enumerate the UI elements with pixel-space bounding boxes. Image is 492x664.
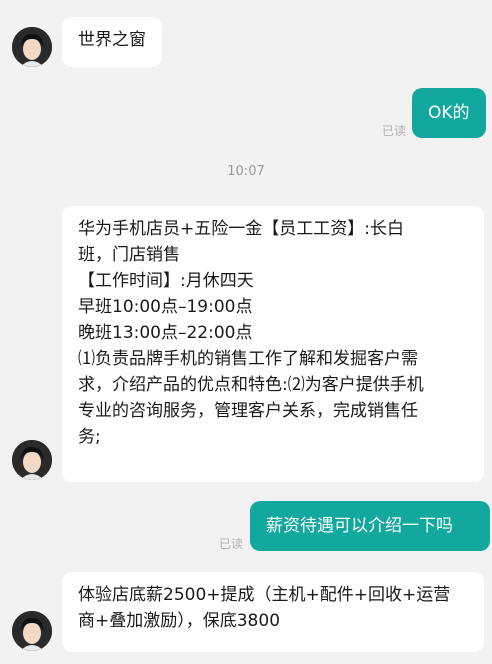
message-line: 【工作时间】:月休四天 <box>78 271 254 291</box>
message-text: OK的 <box>428 103 470 123</box>
message-line: 求，介绍产品的优点和特色:⑵为客户提供手机 <box>78 375 424 395</box>
message-line: 专业的咨询服务，管理客户关系，完成销售任 <box>78 401 418 421</box>
message-line: 华为手机店员+五险一金【员工工资】:长白 <box>78 219 404 239</box>
message-bubble-incoming[interactable]: 世界之窗 <box>62 17 162 67</box>
message-line: 商+叠加激励），保底3800 <box>78 611 281 631</box>
contact-avatar[interactable] <box>12 611 52 651</box>
message-bubble-incoming[interactable]: 华为手机店员+五险一金【员工工资】:长白 班，门店销售 【工作时间】:月休四天 … <box>62 206 484 482</box>
message-bubble-incoming[interactable]: 体验店底薪2500+提成（主机+配件+回收+运营 商+叠加激励），保底3800 <box>62 572 484 652</box>
message-text: 世界之窗 <box>78 30 146 50</box>
contact-avatar[interactable] <box>12 27 52 67</box>
message-line: 务; <box>78 427 101 447</box>
message-line: 晚班13:00点–22:00点 <box>78 323 253 343</box>
message-line: 体验店底薪2500+提成（主机+配件+回收+运营 <box>78 585 451 605</box>
contact-avatar[interactable] <box>12 440 52 480</box>
timestamp: 10:07 <box>227 164 265 179</box>
message-bubble-outgoing[interactable]: OK的 <box>412 88 486 138</box>
read-status: 已读 <box>219 537 244 551</box>
read-status: 已读 <box>382 124 407 138</box>
message-line: 班，门店销售 <box>78 245 180 265</box>
message-text: 薪资待遇可以介绍一下吗 <box>266 516 453 536</box>
message-line: 早班10:00点–19:00点 <box>78 297 253 317</box>
message-bubble-outgoing[interactable]: 薪资待遇可以介绍一下吗 <box>250 501 490 551</box>
message-line: ⑴负责品牌手机的销售工作了解和发掘客户需 <box>78 349 418 369</box>
